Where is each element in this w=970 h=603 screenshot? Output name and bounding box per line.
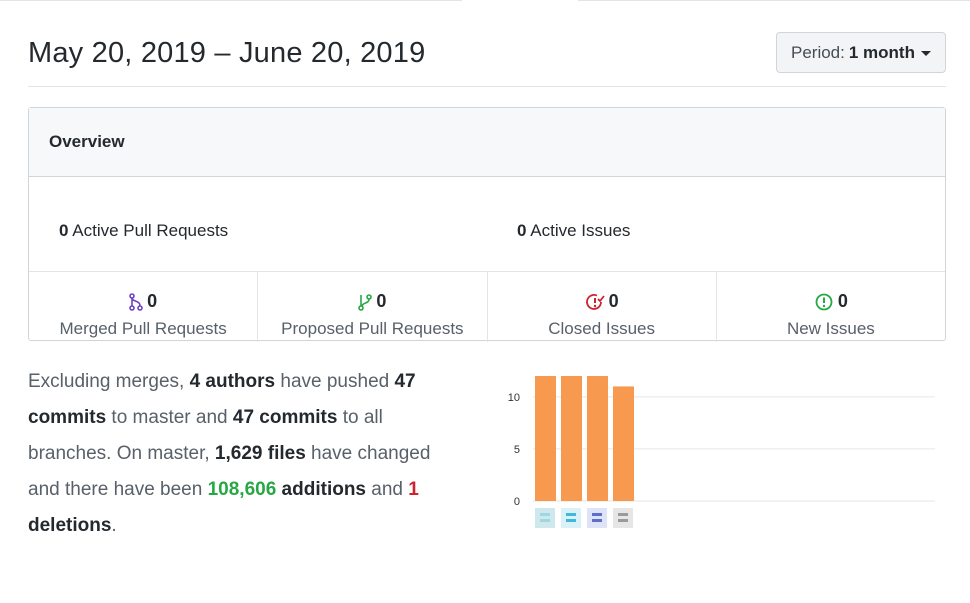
overview-summary: 0 Active Pull Requests 0 Active Issues: [29, 177, 945, 272]
overview-stats: 0 Merged Pull Requests 0 Proposed Pull R…: [29, 272, 945, 342]
y-tick-label: 5: [514, 444, 520, 456]
additions-label: additions: [276, 479, 367, 500]
author-avatar-icon[interactable]: [561, 508, 581, 528]
commit-summary: Excluding merges, 4 authors have pushed …: [28, 364, 458, 544]
overview-title: Overview: [29, 108, 945, 177]
files-changed-count: 1,629 files: [214, 443, 306, 464]
deletions-label: deletions: [28, 515, 112, 536]
pulse-header: May 20, 2019 – June 20, 2019 Period: 1 m…: [28, 30, 946, 87]
additions-count: 108,606: [207, 479, 277, 500]
period-dropdown-button[interactable]: Period: 1 month: [776, 32, 946, 73]
proposed-pr-label: Proposed Pull Requests: [281, 319, 464, 338]
period-value: 1 month: [848, 42, 915, 62]
author-avatar-icon[interactable]: [587, 508, 607, 528]
bar[interactable]: [613, 386, 634, 501]
new-issues-stat[interactable]: 0 New Issues: [717, 272, 945, 342]
closed-issues-count: 0: [608, 291, 619, 311]
caret-down-icon: [920, 51, 931, 56]
active-issues-label: Active Issues: [530, 221, 631, 240]
bar[interactable]: [535, 376, 556, 501]
new-issues-label: New Issues: [786, 319, 875, 338]
merged-pr-label: Merged Pull Requests: [59, 319, 227, 338]
active-issues-count: 0: [517, 221, 527, 240]
closed-issue-icon: [585, 292, 605, 312]
active-issues-link[interactable]: 0 Active Issues: [517, 221, 630, 241]
summary-text-6: and: [366, 479, 409, 500]
merged-pull-requests-stat[interactable]: 0 Merged Pull Requests: [29, 272, 259, 342]
authors-count: 4 authors: [189, 371, 276, 392]
summary-text-2: have pushed: [275, 371, 395, 392]
period-prefix: Period:: [791, 42, 845, 62]
closed-issues-stat[interactable]: 0 Closed Issues: [488, 272, 717, 342]
commits-by-author-chart: 0 5 10: [508, 376, 935, 528]
y-tick-label: 0: [514, 496, 520, 508]
bar[interactable]: [587, 376, 608, 501]
author-avatar-icon[interactable]: [535, 508, 555, 528]
date-range-title: May 20, 2019 – June 20, 2019: [28, 37, 426, 69]
new-issues-count: 0: [837, 291, 848, 311]
merged-pr-count: 0: [147, 291, 158, 311]
summary-text-3: to master and: [106, 407, 233, 428]
active-pull-requests-label: Active Pull Requests: [72, 221, 229, 240]
proposed-pr-icon: [358, 293, 373, 311]
proposed-pr-count: 0: [376, 291, 387, 311]
closed-issues-label: Closed Issues: [548, 319, 656, 338]
bar[interactable]: [561, 376, 582, 501]
tab-gap: [462, 0, 578, 2]
deletions-count: 1: [408, 479, 419, 500]
active-pull-requests-count: 0: [59, 221, 69, 240]
active-pull-requests-link[interactable]: 0 Active Pull Requests: [59, 221, 228, 241]
author-avatar-icon[interactable]: [613, 508, 633, 528]
y-tick-label: 10: [508, 392, 520, 404]
summary-text-1: Excluding merges,: [28, 371, 190, 392]
new-issue-icon: [814, 292, 834, 312]
summary-text-7: .: [111, 515, 117, 536]
proposed-pull-requests-stat[interactable]: 0 Proposed Pull Requests: [258, 272, 488, 342]
overview-panel: Overview 0 Active Pull Requests 0 Active…: [28, 107, 946, 342]
merged-pr-icon: [129, 292, 143, 311]
all-commits-count: 47 commits: [232, 407, 338, 428]
